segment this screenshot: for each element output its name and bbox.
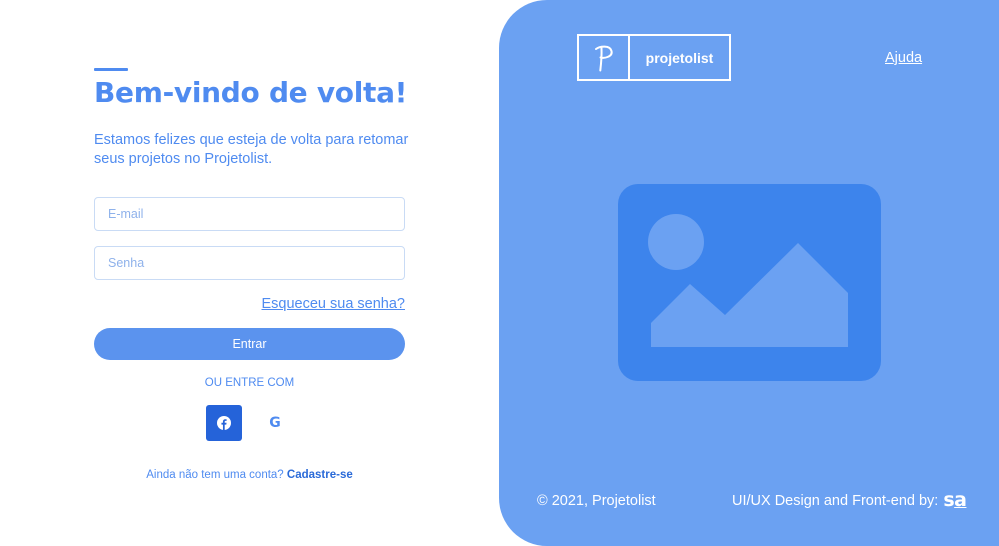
signup-link[interactable]: Cadastre-se: [287, 469, 353, 481]
credit-text: UI/UX Design and Front-end by:: [732, 493, 939, 509]
social-login-label: OU ENTRE COM: [204, 377, 295, 389]
facebook-login-button[interactable]: [206, 405, 242, 441]
page-subtitle: Estamos felizes que esteja de volta para…: [94, 132, 409, 167]
google-login-button[interactable]: G: [257, 405, 293, 441]
google-icon: G: [269, 415, 281, 431]
password-field[interactable]: [94, 246, 405, 280]
help-link[interactable]: Ajuda: [885, 50, 922, 66]
brand-panel: projetolist Ajuda © 2021, Projetolist UI…: [499, 0, 999, 546]
title-accent-bar: [94, 68, 128, 71]
designer-logo: sa: [943, 489, 967, 511]
login-section: Bem-vindo de volta! Estamos felizes que …: [0, 0, 500, 546]
login-button[interactable]: Entrar: [94, 328, 405, 360]
facebook-icon: [217, 416, 231, 430]
copyright-text: © 2021, Projetolist: [537, 493, 656, 509]
brand-logo-mark: [579, 36, 630, 79]
credit-line: UI/UX Design and Front-end by: sa: [732, 489, 967, 512]
brand-name: projetolist: [645, 49, 714, 66]
email-field[interactable]: [94, 197, 405, 231]
signup-prompt-text: Ainda não tem uma conta?: [146, 469, 284, 481]
forgot-password-link[interactable]: Esqueceu sua senha?: [262, 296, 406, 312]
page-title: Bem-vindo de volta!: [94, 76, 408, 109]
signup-prompt: Ainda não tem uma conta? Cadastre-se: [94, 469, 405, 481]
brand-logo[interactable]: projetolist: [577, 34, 731, 81]
brand-p-glyph: [594, 45, 613, 71]
image-placeholder-icon: [618, 184, 881, 381]
